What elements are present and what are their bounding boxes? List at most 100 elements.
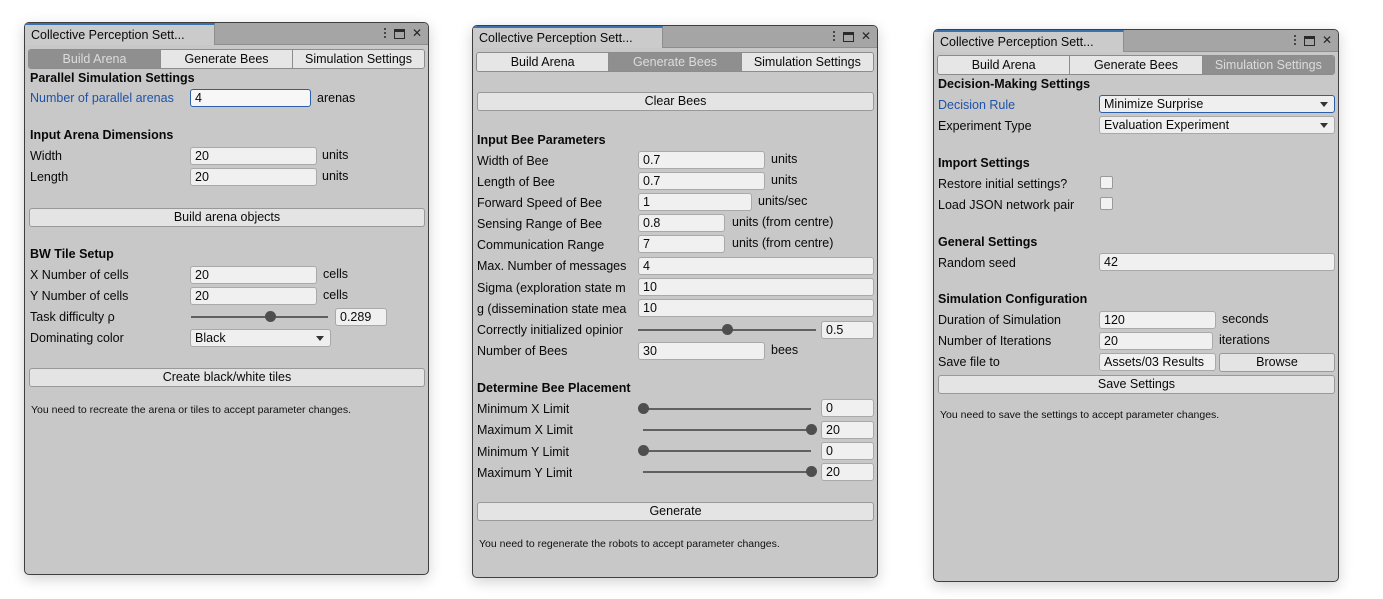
bee-width-input[interactable]: 0.7 — [638, 151, 765, 169]
maximize-icon[interactable] — [1303, 35, 1315, 46]
window-title-tab[interactable]: Collective Perception Sett... — [473, 26, 663, 48]
experiment-type-dropdown[interactable]: Evaluation Experiment — [1099, 116, 1335, 134]
kebab-menu-icon[interactable] — [1293, 34, 1297, 47]
opinion-input[interactable]: 0.5 — [821, 321, 874, 339]
section-header-import: Import Settings — [938, 156, 1030, 170]
maximize-icon[interactable] — [842, 31, 854, 42]
forward-speed-input[interactable]: 1 — [638, 193, 752, 211]
g-input[interactable]: 10 — [638, 299, 874, 317]
tab-simulation-settings[interactable]: Simulation Settings — [1202, 56, 1334, 74]
window-title-tab[interactable]: Collective Perception Sett... — [25, 23, 215, 45]
max-messages-input[interactable]: 4 — [638, 257, 874, 275]
build-arena-objects-button[interactable]: Build arena objects — [29, 208, 425, 227]
x-cells-unit: cells — [323, 267, 349, 281]
width-input[interactable]: 20 — [190, 147, 317, 165]
min-y-slider[interactable] — [638, 445, 811, 457]
forward-speed-unit: units/sec — [758, 194, 808, 208]
number-of-bees-input[interactable]: 30 — [638, 342, 765, 360]
maximize-icon[interactable] — [393, 28, 405, 39]
max-x-label: Maximum X Limit — [477, 423, 573, 437]
sensing-range-input[interactable]: 0.8 — [638, 214, 725, 232]
window-build-arena: Collective Perception Sett... ✕ Build Ar… — [24, 22, 429, 575]
tab-build-arena[interactable]: Build Arena — [29, 50, 161, 68]
sigma-input[interactable]: 10 — [638, 278, 874, 296]
iterations-unit: iterations — [1219, 333, 1270, 347]
slider-track — [643, 471, 811, 473]
tab-generate-bees[interactable]: Generate Bees — [161, 50, 293, 68]
opinion-slider[interactable] — [638, 324, 816, 336]
dominating-color-label: Dominating color — [30, 331, 124, 345]
slider-knob[interactable] — [265, 311, 277, 322]
x-cells-label: X Number of cells — [30, 268, 129, 282]
browse-button[interactable]: Browse — [1219, 353, 1335, 372]
generate-button[interactable]: Generate — [477, 502, 874, 521]
bee-length-input[interactable]: 0.7 — [638, 172, 765, 190]
kebab-menu-icon[interactable] — [383, 27, 387, 40]
duration-input[interactable]: 120 — [1099, 311, 1216, 329]
sensing-range-label: Sensing Range of Bee — [477, 217, 603, 231]
window-generate-bees: Collective Perception Sett... ✕ Build Ar… — [472, 25, 878, 578]
opinion-label: Correctly initialized opinior — [477, 323, 623, 337]
dominating-color-dropdown[interactable]: Black — [190, 329, 331, 347]
slider-knob[interactable] — [638, 403, 649, 414]
section-header-general: General Settings — [938, 235, 1038, 249]
close-icon[interactable]: ✕ — [412, 26, 422, 40]
slider-knob[interactable] — [722, 324, 733, 335]
tab-generate-bees[interactable]: Generate Bees — [609, 53, 742, 71]
communication-range-input[interactable]: 7 — [638, 235, 725, 253]
max-y-slider[interactable] — [643, 466, 817, 478]
dropdown-value: Black — [195, 331, 226, 345]
load-json-checkbox[interactable] — [1100, 197, 1113, 210]
save-path-input[interactable]: Assets/03 Results — [1099, 353, 1216, 371]
min-y-input[interactable]: 0 — [821, 442, 874, 460]
communication-range-unit: units (from centre) — [732, 236, 834, 250]
tab-bar: Build Arena Generate Bees Simulation Set… — [28, 49, 425, 69]
tab-simulation-settings[interactable]: Simulation Settings — [293, 50, 424, 68]
dropdown-value: Evaluation Experiment — [1104, 118, 1230, 132]
tab-bar: Build Arena Generate Bees Simulation Set… — [937, 55, 1335, 75]
task-difficulty-input[interactable]: 0.289 — [335, 308, 387, 326]
window-title-tab[interactable]: Collective Perception Sett... — [934, 30, 1124, 52]
window-simulation-settings: Collective Perception Sett... ✕ Build Ar… — [933, 29, 1339, 582]
random-seed-input[interactable]: 42 — [1099, 253, 1335, 271]
kebab-menu-icon[interactable] — [832, 30, 836, 43]
max-x-input[interactable]: 20 — [821, 421, 874, 439]
tab-simulation-settings[interactable]: Simulation Settings — [741, 53, 873, 71]
slider-knob[interactable] — [638, 445, 649, 456]
restore-settings-checkbox[interactable] — [1100, 176, 1113, 189]
save-settings-button[interactable]: Save Settings — [938, 375, 1335, 394]
parallel-arenas-label: Number of parallel arenas — [30, 91, 174, 105]
decision-rule-dropdown[interactable]: Minimize Surprise — [1099, 95, 1335, 113]
save-file-label: Save file to — [938, 355, 1000, 369]
parallel-arenas-input[interactable]: 4 — [190, 89, 311, 107]
create-tiles-button[interactable]: Create black/white tiles — [29, 368, 425, 387]
slider-knob[interactable] — [806, 424, 817, 435]
width-unit: units — [322, 148, 349, 162]
length-input[interactable]: 20 — [190, 168, 317, 186]
clear-bees-button[interactable]: Clear Bees — [477, 92, 874, 111]
y-cells-input[interactable]: 20 — [190, 287, 317, 305]
iterations-input[interactable]: 20 — [1099, 332, 1213, 350]
slider-knob[interactable] — [806, 466, 817, 477]
title-bar: Collective Perception Sett... ✕ — [25, 23, 428, 45]
communication-range-label: Communication Range — [477, 238, 605, 252]
min-x-slider[interactable] — [638, 403, 811, 415]
section-header-bee-params: Input Bee Parameters — [477, 133, 606, 147]
section-header-parallel: Parallel Simulation Settings — [30, 71, 195, 85]
slider-track — [643, 450, 811, 452]
max-x-slider[interactable] — [643, 424, 817, 436]
y-cells-label: Y Number of cells — [30, 289, 129, 303]
tab-build-arena[interactable]: Build Arena — [938, 56, 1071, 74]
slider-track — [191, 316, 328, 318]
section-header-placement: Determine Bee Placement — [477, 381, 631, 395]
x-cells-input[interactable]: 20 — [190, 266, 317, 284]
close-icon[interactable]: ✕ — [1322, 33, 1332, 47]
task-difficulty-slider[interactable] — [191, 311, 328, 323]
experiment-type-label: Experiment Type — [938, 119, 1032, 133]
tab-build-arena[interactable]: Build Arena — [477, 53, 610, 71]
close-icon[interactable]: ✕ — [861, 29, 871, 43]
tab-generate-bees[interactable]: Generate Bees — [1070, 56, 1203, 74]
section-header-decision: Decision-Making Settings — [938, 77, 1091, 91]
min-x-input[interactable]: 0 — [821, 399, 874, 417]
max-y-input[interactable]: 20 — [821, 463, 874, 481]
